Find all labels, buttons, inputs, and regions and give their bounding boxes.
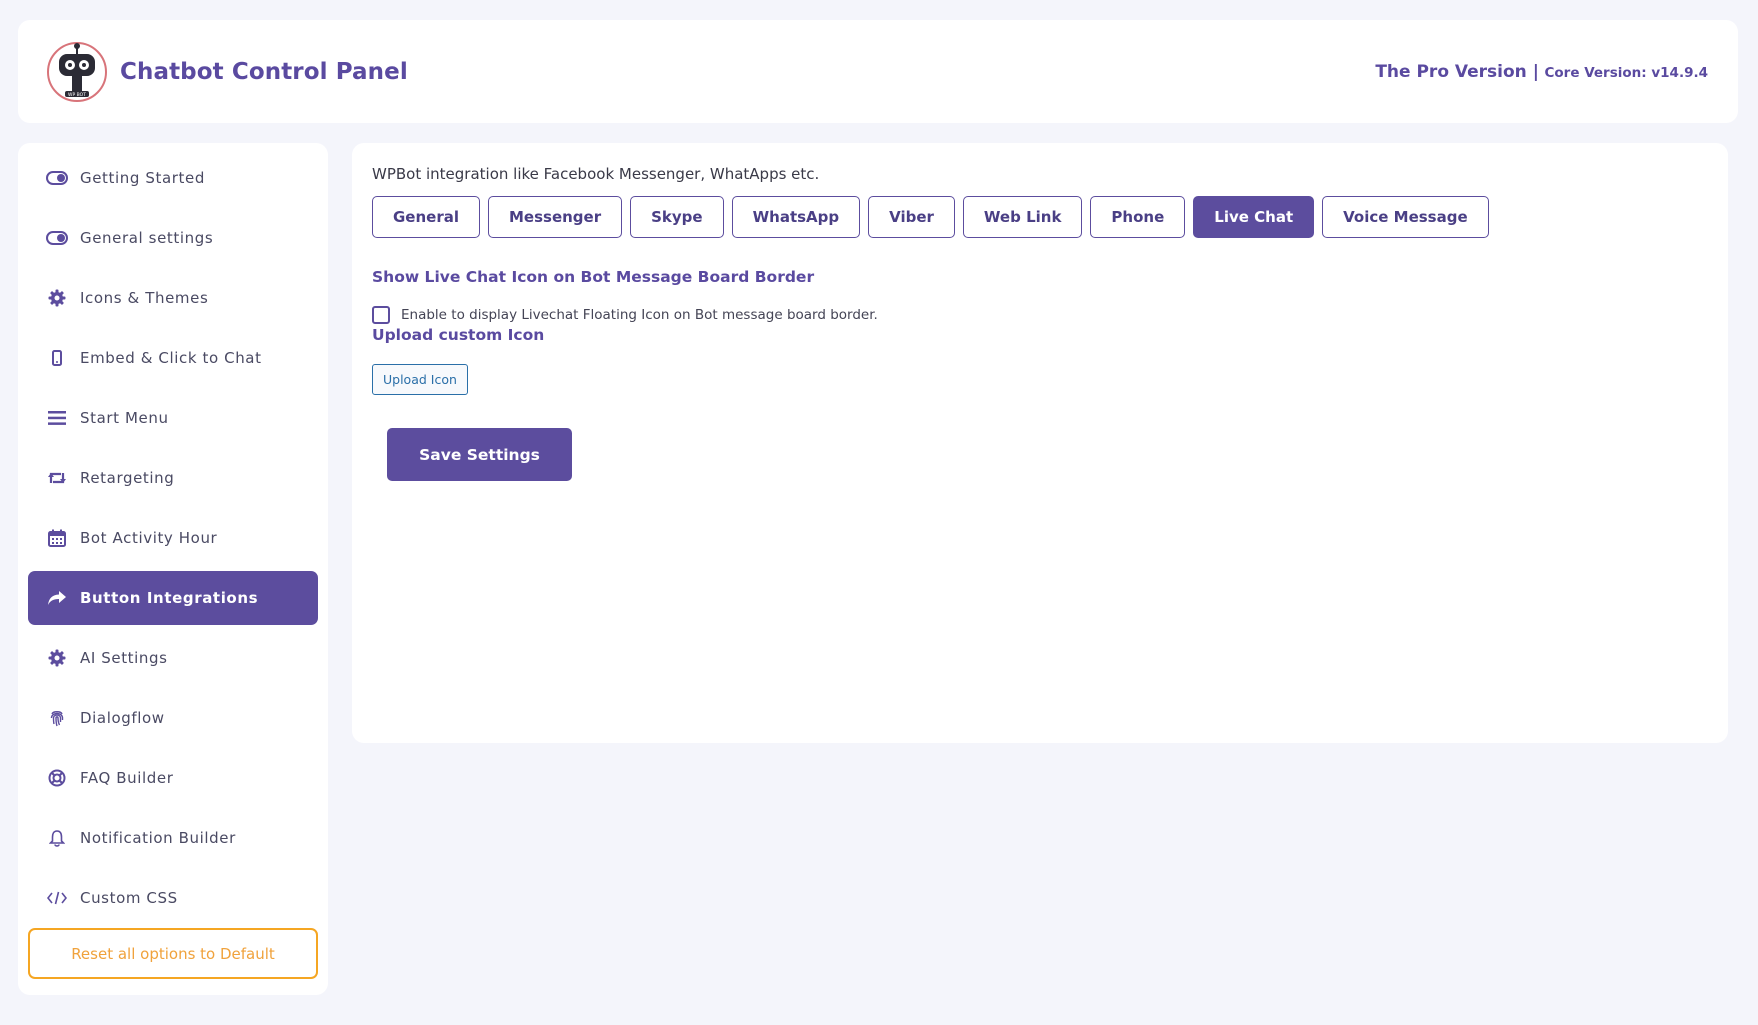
sidebar-item-label: FAQ Builder (80, 769, 174, 787)
app-header: WP BOT Chatbot Control Panel The Pro Ver… (18, 20, 1738, 123)
sidebar-item-label: Getting Started (80, 169, 205, 187)
sidebar-item-general-settings[interactable]: General settings (28, 211, 318, 265)
sidebar-item-label: Custom CSS (80, 889, 178, 907)
integration-tabs: General Messenger Skype WhatsApp Viber W… (372, 196, 1708, 238)
sidebar-item-dialogflow[interactable]: Dialogflow (28, 691, 318, 745)
toggle-icon (46, 167, 68, 189)
main-panel: WPBot integration like Facebook Messenge… (352, 143, 1728, 743)
sidebar-item-icons-themes[interactable]: Icons & Themes (28, 271, 318, 325)
sidebar-item-label: Dialogflow (80, 709, 165, 727)
upload-custom-icon-title: Upload custom Icon (372, 326, 545, 344)
sidebar-item-label: Button Integrations (80, 589, 259, 607)
livechat-floating-icon-checkbox[interactable] (372, 306, 390, 324)
sidebar-item-ai-settings[interactable]: AI Settings (28, 631, 318, 685)
livechat-checkbox-row: Enable to display Livechat Floating Icon… (372, 306, 1708, 324)
checkbox-label: Enable to display Livechat Floating Icon… (401, 307, 878, 323)
logo-text: WP BOT (68, 92, 86, 98)
sidebar-item-label: Embed & Click to Chat (80, 349, 262, 367)
calendar-icon (46, 527, 68, 549)
sidebar-item-label: Start Menu (80, 409, 169, 427)
tab-general[interactable]: General (372, 196, 480, 238)
sidebar-item-label: Retargeting (80, 469, 175, 487)
version-info: The Pro Version | Core Version: v14.9.4 (1375, 62, 1708, 82)
tab-messenger[interactable]: Messenger (488, 196, 623, 238)
sidebar-item-label: Bot Activity Hour (80, 529, 218, 547)
integration-intro-text: WPBot integration like Facebook Messenge… (372, 165, 820, 183)
brand: WP BOT Chatbot Control Panel (46, 41, 408, 103)
save-settings-button[interactable]: Save Settings (387, 428, 572, 481)
sidebar-item-getting-started[interactable]: Getting Started (28, 151, 318, 205)
mobile-icon (46, 347, 68, 369)
tab-phone[interactable]: Phone (1090, 196, 1186, 238)
core-version-label: Core Version: v14.9.4 (1544, 64, 1709, 81)
tab-live-chat[interactable]: Live Chat (1193, 196, 1315, 238)
upload-icon-button[interactable]: Upload Icon (372, 364, 468, 395)
share-icon (46, 587, 68, 609)
tab-viber[interactable]: Viber (868, 196, 955, 238)
gear-icon (46, 287, 68, 309)
tab-skype[interactable]: Skype (630, 196, 724, 238)
gear-icon (46, 647, 68, 669)
sidebar-item-retargeting[interactable]: Retargeting (28, 451, 318, 505)
fingerprint-icon (46, 707, 68, 729)
reset-defaults-button[interactable]: Reset all options to Default (28, 928, 318, 979)
sidebar-item-label: Icons & Themes (80, 289, 209, 307)
sidebar-item-custom-css[interactable]: Custom CSS (28, 871, 318, 925)
sidebar-item-faq-builder[interactable]: FAQ Builder (28, 751, 318, 805)
tab-web-link[interactable]: Web Link (962, 196, 1083, 238)
tab-whatsapp[interactable]: WhatsApp (731, 196, 861, 238)
sidebar-item-bot-activity-hour[interactable]: Bot Activity Hour (28, 511, 318, 565)
sidebar-item-start-menu[interactable]: Start Menu (28, 391, 318, 445)
app-title: Chatbot Control Panel (120, 58, 408, 85)
sidebar-item-notification-builder[interactable]: Notification Builder (28, 811, 318, 865)
sidebar-item-button-integrations[interactable]: Button Integrations (28, 571, 318, 625)
lifebuoy-icon (46, 767, 68, 789)
sidebar-item-label: Notification Builder (80, 829, 236, 847)
pro-version-label: The Pro Version | (1375, 61, 1539, 82)
bell-icon (46, 827, 68, 849)
sidebar-item-embed-click-to-chat[interactable]: Embed & Click to Chat (28, 331, 318, 385)
live-chat-section-title: Show Live Chat Icon on Bot Message Board… (372, 268, 815, 286)
retweet-icon (46, 467, 68, 489)
sidebar-item-label: General settings (80, 229, 214, 247)
wpbot-logo-icon: WP BOT (47, 41, 107, 102)
sidebar: Getting Started General settings Icons &… (18, 143, 328, 995)
code-icon (46, 887, 68, 909)
menu-icon (46, 407, 68, 429)
sidebar-item-label: AI Settings (80, 649, 168, 667)
tab-voice-message[interactable]: Voice Message (1322, 196, 1489, 238)
toggle-icon (46, 227, 68, 249)
